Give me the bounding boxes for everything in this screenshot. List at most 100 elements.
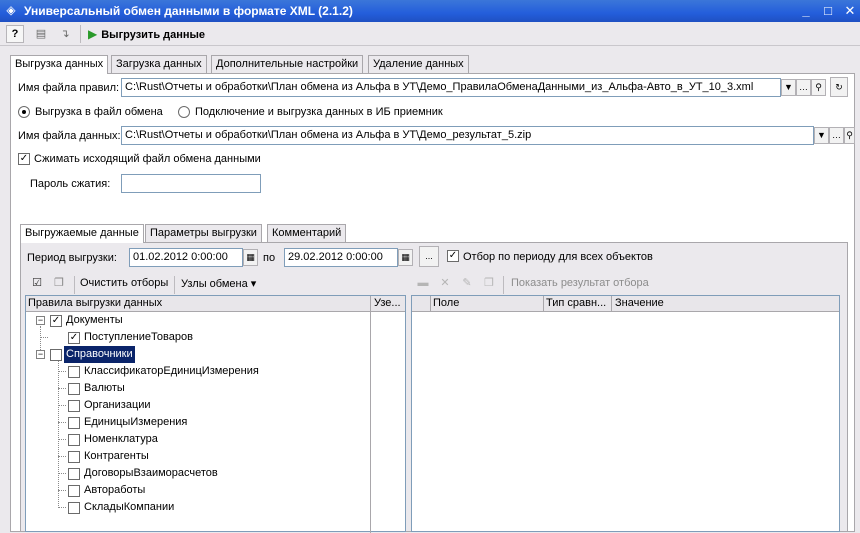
rules-reload-icon[interactable]: ↻: [830, 77, 848, 97]
rules-dropdown-button[interactable]: ▼: [781, 79, 796, 96]
main-tabs: Выгрузка данных Загрузка данных Дополнит…: [10, 55, 855, 74]
collapse-catalogs-icon[interactable]: −: [36, 350, 45, 359]
tree-group-documents[interactable]: Документы: [66, 312, 123, 329]
catalog-item-checkbox[interactable]: [68, 366, 80, 378]
maximize-button[interactable]: □: [818, 2, 838, 20]
data-file-select-button[interactable]: …: [829, 127, 844, 144]
close-button[interactable]: ✕: [840, 2, 860, 20]
clear-filters-button[interactable]: Очистить отборы: [80, 277, 168, 289]
rules-toolbar-separator-2: [174, 276, 175, 294]
period-select-button[interactable]: ...: [419, 246, 439, 267]
play-icon: ▶: [88, 27, 98, 41]
postuplenie-checkbox[interactable]: ✓: [68, 332, 80, 344]
open-settings-icon[interactable]: ▤: [32, 25, 50, 43]
tree-item-dogovory[interactable]: ДоговорыВзаиморасчетов: [84, 465, 218, 482]
data-file-open-button[interactable]: ⚲: [844, 127, 855, 144]
calendar-to-icon[interactable]: ▦: [398, 249, 413, 266]
password-label: Пароль сжатия:: [30, 178, 111, 190]
data-file-label: Имя файла данных:: [18, 130, 121, 142]
catalog-item-checkbox[interactable]: [68, 417, 80, 429]
catalog-item-checkbox[interactable]: [68, 434, 80, 446]
filter-remove-icon[interactable]: ✕: [436, 274, 454, 292]
mode-file-label: Выгрузка в файл обмена: [35, 106, 163, 118]
filter-col-divider: [611, 296, 612, 312]
filter-col-divider: [430, 296, 431, 312]
period-to-field[interactable]: 29.02.2012 0:00:00: [284, 248, 398, 267]
filter-table: Поле Тип сравн... Значение: [411, 295, 840, 532]
calendar-from-icon[interactable]: ▦: [243, 249, 258, 266]
filter-col-field[interactable]: Поле: [433, 297, 459, 309]
tree-line: [58, 456, 66, 457]
tree-line: [58, 439, 66, 440]
filter-col-compare[interactable]: Тип сравн...: [546, 297, 606, 309]
catalog-item-checkbox[interactable]: [68, 502, 80, 514]
filter-col-divider: [543, 296, 544, 312]
period-from-field[interactable]: 01.02.2012 0:00:00: [129, 248, 243, 267]
tree-col-node[interactable]: Узе...: [374, 297, 401, 309]
tree-line: [58, 361, 59, 508]
rules-select-button[interactable]: …: [796, 79, 811, 96]
catalog-item-checkbox[interactable]: [68, 468, 80, 480]
tree-item-organizacii[interactable]: Организации: [84, 397, 151, 414]
save-settings-icon[interactable]: ↴: [56, 25, 74, 43]
filter-col-value[interactable]: Значение: [615, 297, 664, 309]
tree-line: [58, 422, 66, 423]
tree-item-edinicy[interactable]: ЕдиницыИзмерения: [84, 414, 187, 431]
filter-add-icon[interactable]: ▬: [414, 274, 432, 292]
show-filter-result-button[interactable]: Показать результат отбора: [511, 277, 649, 289]
filter-toolbar-separator: [503, 276, 504, 294]
data-file-dropdown-button[interactable]: ▼: [814, 127, 829, 144]
tree-item-sklady[interactable]: СкладыКомпании: [84, 499, 174, 516]
help-button[interactable]: ?: [6, 25, 24, 43]
tab-exported-data[interactable]: Выгружаемые данные: [20, 224, 144, 243]
tree-group-catalogs[interactable]: Справочники: [64, 346, 135, 363]
check-all-icon[interactable]: ☑: [28, 274, 46, 292]
compress-label: Сжимать исходящий файл обмена данными: [34, 153, 261, 165]
data-file-field[interactable]: C:\Rust\Отчеты и обработки\План обмена и…: [121, 126, 814, 145]
mode-ib-radio[interactable]: [178, 106, 190, 118]
app-icon: ◈: [6, 3, 16, 17]
exchange-nodes-label: Узлы обмена: [181, 278, 248, 290]
catalogs-checkbox[interactable]: [50, 349, 62, 361]
title-bar: ◈ Универсальный обмен данными в формате …: [0, 0, 860, 22]
exchange-nodes-button[interactable]: Узлы обмена ▾: [181, 277, 256, 290]
password-field[interactable]: [121, 174, 261, 193]
catalog-item-checkbox[interactable]: [68, 485, 80, 497]
tab-export-params[interactable]: Параметры выгрузки: [145, 224, 262, 242]
tree-item-valyuty[interactable]: Валюты: [84, 380, 125, 397]
catalog-item-checkbox[interactable]: [68, 383, 80, 395]
tree-col-divider: [370, 296, 371, 533]
filter-edit-icon[interactable]: ✎: [458, 274, 476, 292]
tree-line: [58, 507, 66, 508]
rules-open-button[interactable]: ⚲: [811, 79, 826, 96]
filter-table-header: Поле Тип сравн... Значение: [412, 296, 839, 312]
catalog-item-checkbox[interactable]: [68, 451, 80, 463]
documents-checkbox[interactable]: ✓: [50, 315, 62, 327]
tree-item-klassifikator[interactable]: КлассификаторЕдиницИзмерения: [84, 363, 259, 380]
export-rules-tree: Правила выгрузки данных Узе... − ✓ Докум…: [25, 295, 406, 533]
uncheck-all-icon[interactable]: ❐: [50, 274, 68, 292]
tab-delete-data[interactable]: Удаление данных: [368, 55, 469, 73]
compress-checkbox[interactable]: ✓: [18, 153, 30, 165]
tree-item-kontragenty[interactable]: Контрагенты: [84, 448, 149, 465]
tab-extra-settings[interactable]: Дополнительные настройки: [211, 55, 364, 73]
filter-copy-icon[interactable]: ❐: [480, 274, 498, 292]
tree-item-nomenklatura[interactable]: Номенклатура: [84, 431, 158, 448]
tree-item-avtoraboty[interactable]: Автоработы: [84, 482, 145, 499]
tab-comment[interactable]: Комментарий: [267, 224, 347, 242]
minimize-button[interactable]: _: [796, 2, 816, 20]
export-data-label: Выгрузить данные: [101, 29, 206, 41]
period-filter-label: Отбор по периоду для всех объектов: [463, 251, 653, 263]
tree-line: [58, 490, 66, 491]
period-filter-checkbox[interactable]: ✓: [447, 250, 459, 262]
tree-item-postuplenie[interactable]: ПоступлениеТоваров: [84, 329, 193, 346]
catalog-item-checkbox[interactable]: [68, 400, 80, 412]
sub-tabs: Выгружаемые данные Параметры выгрузки Ко…: [20, 224, 850, 243]
tab-import[interactable]: Загрузка данных: [111, 55, 207, 73]
export-data-button[interactable]: ▶ Выгрузить данные: [88, 25, 205, 43]
mode-file-radio[interactable]: [18, 106, 30, 118]
tree-col-rules[interactable]: Правила выгрузки данных: [28, 297, 162, 309]
rules-file-field[interactable]: C:\Rust\Отчеты и обработки\План обмена и…: [121, 78, 781, 97]
collapse-documents-icon[interactable]: −: [36, 316, 45, 325]
tab-export[interactable]: Выгрузка данных: [10, 55, 109, 74]
